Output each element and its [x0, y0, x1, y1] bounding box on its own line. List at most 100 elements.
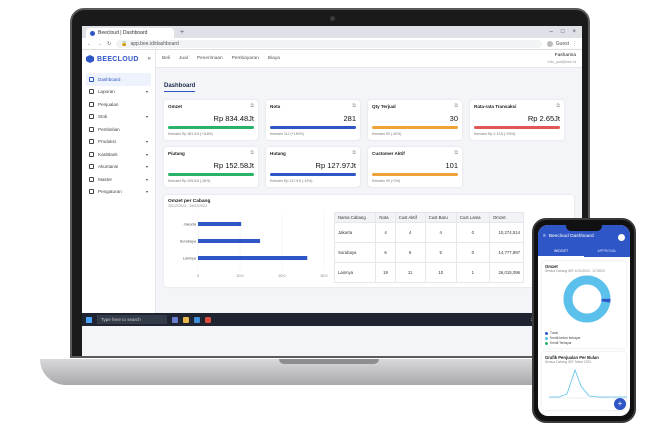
card-footnote: Kemarin Rp 147.9Jt (-13%)	[270, 178, 313, 183]
bank-icon	[89, 151, 94, 157]
card-footnote: Kemarin Rp 205.5Jt (-26%)	[168, 178, 211, 183]
add-button[interactable]: +	[614, 398, 626, 410]
sidebar-item-pembelian[interactable]: Pembelian	[86, 123, 151, 136]
bar-lainnya	[198, 256, 308, 260]
external-link-icon[interactable]: ⧉	[352, 150, 356, 156]
chevron-down-icon: ▾	[145, 139, 148, 145]
phone-menu-icon[interactable]: ≡	[543, 234, 546, 239]
column-header[interactable]: Cust Baru	[424, 212, 457, 223]
user-menu[interactable]: Fasharina info_jual@bee.id	[548, 53, 576, 65]
chevron-down-icon: ▾	[145, 114, 148, 120]
sidebar-item-produksi[interactable]: Produksi ▾	[86, 136, 151, 149]
card-value: Rp 152.58Jt	[213, 161, 254, 170]
table-cell: Lainnya	[333, 262, 377, 283]
minimize-icon[interactable]: –	[550, 26, 553, 38]
table-cell: 4	[394, 222, 426, 243]
page-title: Dashboard	[164, 83, 196, 92]
branch-subtitle: 10/12/2022 - 19/02/2023	[168, 204, 208, 208]
sidebar-item-master[interactable]: Master ▾	[86, 173, 151, 186]
sidebar-item-label: Akuntansi	[98, 164, 119, 170]
topnav-biaya[interactable]: Biaya	[268, 56, 280, 61]
edge-icon[interactable]	[194, 316, 200, 323]
sidebar-item-kas-bank[interactable]: Kas/Bank ▾	[86, 148, 151, 161]
external-link-icon[interactable]: ⧉	[556, 103, 560, 109]
legend-label: Kredit Terbayar	[550, 341, 572, 345]
sidebar-item-label: Produksi	[98, 139, 116, 145]
table-cell: 4	[375, 222, 396, 243]
column-header[interactable]: Cust Lama	[455, 212, 490, 223]
table-row[interactable]: Jakarta 4 4 4 0 10,274,514	[333, 222, 525, 243]
laptop-notch	[279, 359, 379, 364]
category-label: Lainnya	[183, 257, 197, 261]
external-link-icon[interactable]: ⧉	[352, 103, 356, 109]
topnav-penerimaan[interactable]: Penerimaan	[197, 56, 223, 61]
legend-swatch	[545, 331, 548, 335]
table-row[interactable]: Surabaya 6 6 5 0 14,777,997	[333, 242, 525, 263]
sidebar-item-dashboard[interactable]: Dashboard	[86, 73, 151, 86]
phone-screen: ≡ Beecloud Dashboard WIDGET APPROVAL Omz…	[538, 225, 630, 416]
taskbar-search[interactable]: Type here to search	[97, 315, 167, 324]
report-icon	[89, 89, 94, 95]
sales-icon	[89, 101, 94, 107]
sidebar-item-label: Master	[98, 176, 113, 182]
url-field[interactable]: 🔒 app.bee.id/dashboard	[116, 39, 542, 48]
url-text: app.bee.id/dashboard	[130, 40, 179, 47]
external-link-icon[interactable]: ⧉	[250, 103, 254, 109]
bar-surabaya	[198, 239, 261, 243]
topnav-jual[interactable]: Jual	[179, 56, 188, 61]
topnav-pembayaran[interactable]: Pembayaran	[232, 56, 259, 61]
taskview-icon[interactable]	[172, 316, 178, 323]
phone-avatar[interactable]	[618, 234, 625, 241]
user-name: Fasharina	[554, 52, 576, 58]
back-icon[interactable]: ←	[87, 41, 92, 47]
sidebar-item-akuntansi[interactable]: Akuntansi ▾	[86, 161, 151, 174]
forward-icon[interactable]: →	[97, 41, 102, 47]
external-link-icon[interactable]: ⧉	[454, 103, 458, 109]
sidebar-item-pengaturan[interactable]: Pengaturan ▾	[86, 186, 151, 199]
sidebar-item-penjualan[interactable]: Penjualan	[86, 98, 151, 111]
stock-icon	[89, 114, 94, 120]
menu-icon[interactable]: ⋮	[572, 41, 577, 47]
legend-swatch	[545, 336, 548, 340]
sidebar-item-stok[interactable]: Stok ▾	[86, 111, 151, 124]
column-header[interactable]: Cust Aktif	[394, 212, 426, 223]
tab-approval[interactable]: APPROVAL	[584, 249, 630, 257]
table-cell: 1	[455, 262, 490, 283]
chrome-icon[interactable]	[205, 316, 211, 323]
table-cell: 4	[424, 222, 457, 243]
column-header[interactable]: Omzet	[488, 212, 525, 223]
kpi-card-hutang: Hutang ⧉ Rp 127.97Jt Kemarin Rp 147.9Jt (-1…	[266, 147, 360, 187]
profile-button[interactable]: Guest ⋮	[546, 40, 577, 47]
tab-widget[interactable]: WIDGET	[538, 249, 584, 257]
windows-start-icon[interactable]	[86, 316, 92, 323]
collapse-sidebar-button[interactable]: «	[148, 56, 151, 62]
folder-icon[interactable]	[183, 316, 189, 323]
kpi-card-qty-terjual: Qty Terjual ⧉ 30 Kemarin 50 (-40%)	[368, 100, 462, 140]
card-bar	[168, 126, 254, 129]
table-row[interactable]: Lainnya 19 11 10 1 26,015,096	[333, 262, 525, 283]
table-cell: 5	[424, 242, 457, 263]
browser-tab[interactable]: Beecloud | Dashboard	[86, 28, 174, 38]
laptop-screen: Beecloud | Dashboard + – □ × ← → ↻ 🔒 app…	[82, 26, 582, 356]
external-link-icon[interactable]: ⧉	[454, 150, 458, 156]
branch-card: Omzet per Cabang 10/12/2022 - 19/02/2023…	[164, 195, 574, 287]
new-tab-button[interactable]: +	[180, 28, 184, 38]
donut-chart	[563, 275, 611, 323]
kpi-cards: Omzet ⧉ Rp 834.48Jt Kemarin Rp 381.5Jt (+11…	[164, 100, 574, 187]
category-label: Surabaya	[180, 240, 197, 244]
topnav-beli[interactable]: Beli	[162, 56, 170, 61]
close-icon[interactable]: ×	[572, 26, 576, 38]
sidebar-item-label: Penjualan	[98, 101, 119, 107]
reload-icon[interactable]: ↻	[107, 41, 111, 47]
address-bar: ← → ↻ 🔒 app.bee.id/dashboard Guest ⋮	[82, 38, 582, 50]
legend-label: Kredit belum terbayar	[550, 336, 581, 340]
tab-title: Beecloud | Dashboard	[98, 30, 148, 36]
top-nav: Beli Jual Penerimaan Pembayaran Biaya Fa…	[156, 50, 582, 68]
column-header[interactable]: Nota	[375, 212, 396, 223]
card-footnote: Kemarin 112 (+150%)	[270, 131, 304, 136]
maximize-icon[interactable]: □	[561, 26, 565, 38]
external-link-icon[interactable]: ⧉	[250, 150, 254, 156]
column-header[interactable]: Nama Cabang	[333, 212, 377, 223]
chevron-down-icon: ▾	[145, 151, 148, 157]
sidebar-item-laporan[interactable]: Laporan ▾	[86, 86, 151, 99]
